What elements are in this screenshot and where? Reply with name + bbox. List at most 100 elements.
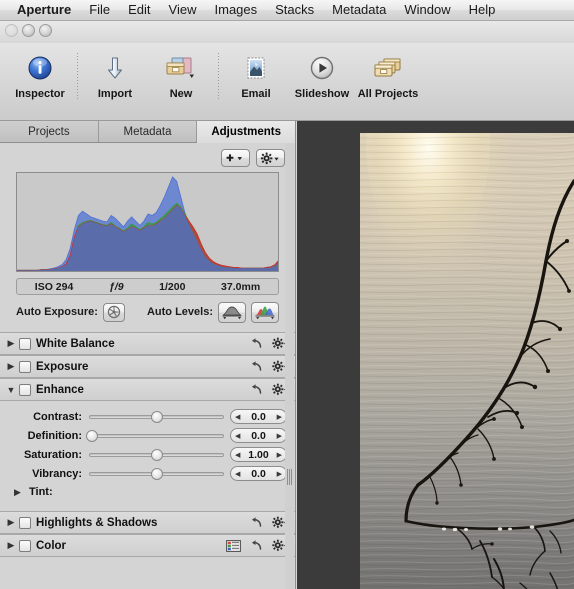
definition-stepper[interactable]: ◀ 0.0 ▶ xyxy=(230,428,287,443)
contrast-slider[interactable] xyxy=(89,407,224,426)
enhance-panel-body: Contrast: ◀ 0.0 ▶ Definition: ◀ 0.0 ▶ Sa… xyxy=(0,401,295,511)
aperture-window: Aperture File Edit View Images Stacks Me… xyxy=(0,0,574,589)
slider-row-definition: Definition: ◀ 0.0 ▶ xyxy=(0,426,295,445)
highlights-shadows-reset-button[interactable] xyxy=(250,516,263,529)
toolbar-label-import: Import xyxy=(97,88,133,100)
vibrancy-slider[interactable] xyxy=(89,464,224,483)
photo-content xyxy=(360,133,574,589)
inspector-scrollbar-grip[interactable] xyxy=(287,469,292,485)
window-title-bar xyxy=(0,21,574,44)
menu-item-stacks[interactable]: Stacks xyxy=(266,0,323,20)
menu-item-metadata[interactable]: Metadata xyxy=(323,0,395,20)
toolbar-label-email: Email xyxy=(241,88,271,100)
disclosure-triangle-collapsed-icon[interactable]: ▶ xyxy=(5,517,17,528)
brick-exposure[interactable]: ▶ Exposure xyxy=(0,355,295,378)
disclosure-triangle-expanded-icon[interactable]: ▼ xyxy=(5,385,17,395)
brick-color[interactable]: ▶ Color xyxy=(0,534,295,557)
color-checkbox[interactable] xyxy=(19,539,31,552)
stepper-left-arrow-icon[interactable]: ◀ xyxy=(235,451,240,459)
toolbar-button-all-projects[interactable]: All Projects xyxy=(355,51,421,100)
slider-row-saturation: Saturation: ◀ 1.00 ▶ xyxy=(0,445,295,464)
saturation-stepper[interactable]: ◀ 1.00 ▶ xyxy=(230,447,287,462)
tab-adjustments[interactable]: Adjustments xyxy=(197,121,295,143)
toolbar-button-import[interactable]: Import xyxy=(82,51,148,100)
zoom-button[interactable] xyxy=(39,24,52,37)
sunset-branch-photo[interactable] xyxy=(360,133,574,589)
menu-item-aperture[interactable]: Aperture xyxy=(8,0,80,20)
stepper-right-arrow-icon[interactable]: ▶ xyxy=(277,470,282,478)
white-balance-checkbox[interactable] xyxy=(19,337,31,350)
stepper-right-arrow-icon[interactable]: ▶ xyxy=(277,451,282,459)
exposure-reset-button[interactable] xyxy=(250,360,263,373)
exposure-checkbox[interactable] xyxy=(19,360,31,373)
inspector-pane: Projects Metadata Adjustments ISO 294 ƒ/… xyxy=(0,121,296,589)
stepper-left-arrow-icon[interactable]: ◀ xyxy=(235,413,240,421)
contrast-slider-knob[interactable] xyxy=(150,411,163,423)
highlights-shadows-checkbox[interactable] xyxy=(19,516,31,529)
window-controls xyxy=(5,24,52,37)
brick-white-balance[interactable]: ▶ White Balance xyxy=(0,332,295,355)
disclosure-triangle-collapsed-icon[interactable]: ▶ xyxy=(5,338,17,349)
brick-highlights-shadows[interactable]: ▶ Highlights & Shadows xyxy=(0,511,295,534)
toolbar-button-inspector[interactable]: Inspector xyxy=(7,51,73,100)
auto-exposure-button[interactable] xyxy=(102,302,125,322)
exif-aperture: ƒ/9 xyxy=(108,280,124,293)
minimize-button[interactable] xyxy=(22,24,35,37)
close-button[interactable] xyxy=(5,24,18,37)
image-viewer[interactable] xyxy=(297,121,574,589)
definition-slider[interactable] xyxy=(85,426,224,445)
disclosure-triangle-collapsed-icon[interactable]: ▶ xyxy=(14,487,26,498)
toolbar-button-slideshow[interactable]: Slideshow xyxy=(289,51,355,100)
toolbar-label-slideshow: Slideshow xyxy=(294,88,350,100)
inspector-tab-bar: Projects Metadata Adjustments xyxy=(0,121,295,143)
enhance-checkbox[interactable] xyxy=(19,383,31,396)
brick-label-color: Color xyxy=(36,539,67,552)
color-expanded-view-button[interactable] xyxy=(226,539,241,552)
stepper-right-arrow-icon[interactable]: ▶ xyxy=(277,432,282,440)
stepper-right-arrow-icon[interactable]: ▶ xyxy=(277,413,282,421)
menu-bar: Aperture File Edit View Images Stacks Me… xyxy=(0,0,574,21)
new-project-icon xyxy=(164,51,198,85)
disclosure-triangle-collapsed-icon[interactable]: ▶ xyxy=(5,540,17,551)
slider-row-contrast: Contrast: ◀ 0.0 ▶ xyxy=(0,407,295,426)
stepper-left-arrow-icon[interactable]: ◀ xyxy=(235,432,240,440)
vibrancy-value: 0.0 xyxy=(251,467,266,480)
vibrancy-stepper[interactable]: ◀ 0.0 ▶ xyxy=(230,466,287,481)
inspector-scrollbar[interactable] xyxy=(285,143,294,589)
tint-row[interactable]: ▶ Tint: xyxy=(0,483,295,501)
slider-label-definition: Definition: xyxy=(27,429,82,442)
tint-label: Tint: xyxy=(29,486,53,498)
tab-metadata[interactable]: Metadata xyxy=(98,121,198,142)
color-reset-button[interactable] xyxy=(250,539,263,552)
auto-levels-luminance-button[interactable] xyxy=(218,301,246,323)
tab-projects[interactable]: Projects xyxy=(0,121,99,142)
menu-item-help[interactable]: Help xyxy=(460,0,505,20)
exif-iso: ISO 294 xyxy=(34,280,74,293)
brick-enhance[interactable]: ▼ Enhance xyxy=(0,378,295,401)
menu-item-images[interactable]: Images xyxy=(206,0,267,20)
play-icon xyxy=(308,51,336,85)
white-balance-reset-button[interactable] xyxy=(250,337,263,350)
menu-item-edit[interactable]: Edit xyxy=(119,0,159,20)
saturation-value: 1.00 xyxy=(248,448,269,461)
toolbar-button-new[interactable]: New xyxy=(148,51,214,100)
definition-slider-knob[interactable] xyxy=(85,430,98,442)
enhance-reset-button[interactable] xyxy=(250,383,263,396)
definition-value: 0.0 xyxy=(251,429,266,442)
menu-item-file[interactable]: File xyxy=(80,0,119,20)
auto-levels-rgb-button[interactable] xyxy=(251,301,279,323)
brick-label-white-balance: White Balance xyxy=(36,337,115,350)
saturation-slider-knob[interactable] xyxy=(150,449,163,461)
adjustment-action-gear-button[interactable] xyxy=(256,149,285,167)
vibrancy-slider-knob[interactable] xyxy=(150,468,163,480)
menu-item-view[interactable]: View xyxy=(160,0,206,20)
disclosure-triangle-collapsed-icon[interactable]: ▶ xyxy=(5,361,17,372)
contrast-stepper[interactable]: ◀ 0.0 ▶ xyxy=(230,409,287,424)
stepper-left-arrow-icon[interactable]: ◀ xyxy=(235,470,240,478)
saturation-slider[interactable] xyxy=(89,445,224,464)
add-adjustment-button[interactable] xyxy=(221,149,250,167)
email-photo-icon xyxy=(242,51,270,85)
brick-label-exposure: Exposure xyxy=(36,360,89,373)
menu-item-window[interactable]: Window xyxy=(395,0,459,20)
toolbar-button-email[interactable]: Email xyxy=(223,51,289,100)
